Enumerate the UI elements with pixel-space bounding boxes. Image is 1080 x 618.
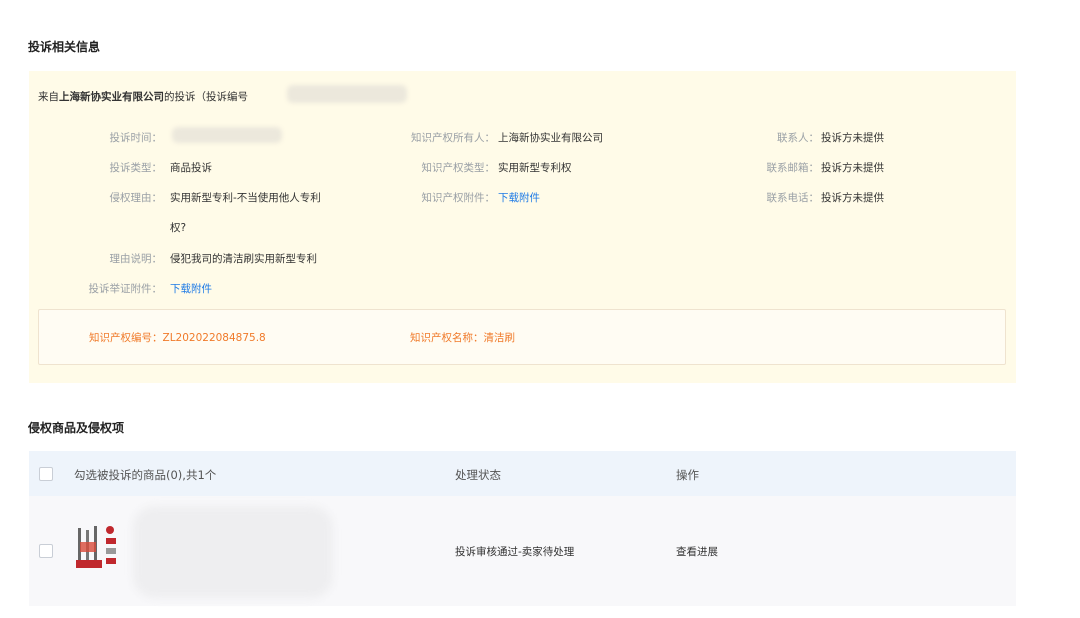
complainant-company: 上海新协实业有限公司 — [59, 91, 164, 103]
view-progress-link[interactable]: 查看进展 — [676, 544, 718, 559]
contact-person-label: 联系人： — [777, 130, 819, 145]
evidence-attachment-label: 投诉举证附件： — [89, 281, 163, 296]
contact-email-label: 联系邮箱： — [767, 160, 820, 175]
product-thumbnail[interactable] — [72, 520, 128, 576]
header-action: 操作 — [676, 467, 699, 483]
reason-description-value: 侵犯我司的清洁刷实用新型专利 — [170, 251, 317, 266]
complaint-time-redacted — [172, 127, 282, 143]
ip-owner-label: 知识产权所有人： — [411, 130, 495, 145]
evidence-attachment-download-link[interactable]: 下载附件 — [170, 281, 212, 296]
ip-number-value: ZL202022084875.8 — [163, 332, 266, 344]
contact-person-value: 投诉方未提供 — [821, 130, 884, 145]
ip-detail-box: 知识产权编号：ZL202022084875.8 知识产权名称：清洁刷 — [38, 309, 1006, 365]
contact-phone-value: 投诉方未提供 — [821, 190, 884, 205]
reason-description-label: 理由说明： — [110, 251, 163, 266]
infringement-reason-label: 侵权理由： — [110, 190, 163, 205]
complaint-info-title: 投诉相关信息 — [28, 38, 100, 55]
ip-type-value: 实用新型专利权 — [498, 160, 572, 175]
ip-name-value: 清洁刷 — [484, 332, 516, 344]
complaint-type-label: 投诉类型： — [110, 160, 163, 175]
ip-name: 知识产权名称：清洁刷 — [410, 330, 515, 345]
from-suffix: 的投诉（投诉编号 — [164, 91, 248, 103]
complaint-type-value: 商品投诉 — [170, 160, 212, 175]
ip-attachment-download-link[interactable]: 下载附件 — [498, 190, 540, 205]
infringing-goods-title: 侵权商品及侵权项 — [28, 419, 124, 436]
ip-type-label: 知识产权类型： — [422, 160, 496, 175]
complaint-number-redacted — [287, 85, 407, 103]
ip-name-label: 知识产权名称： — [410, 332, 484, 344]
select-all-checkbox[interactable] — [39, 467, 53, 481]
infringement-reason-value-cont: 权? — [170, 220, 186, 235]
complaint-source-line: 来自上海新协实业有限公司的投诉（投诉编号 — [38, 89, 248, 104]
ip-owner-value: 上海新协实业有限公司 — [498, 130, 603, 145]
header-status: 处理状态 — [455, 467, 501, 483]
contact-phone-label: 联系电话： — [767, 190, 820, 205]
goods-table-header: 勾选被投诉的商品(0),共1个 处理状态 操作 — [29, 451, 1016, 496]
contact-email-value: 投诉方未提供 — [821, 160, 884, 175]
reason-cont-text: 权? — [170, 222, 186, 234]
ip-attachment-label: 知识产权附件： — [422, 190, 496, 205]
infringement-reason-value: 实用新型专利-不当使用他人专利 — [170, 190, 321, 205]
from-prefix: 来自 — [38, 91, 59, 103]
row-checkbox[interactable] — [39, 544, 53, 558]
table-row: 投诉审核通过-卖家待处理 查看进展 — [29, 496, 1016, 606]
ip-number: 知识产权编号：ZL202022084875.8 — [89, 330, 266, 345]
product-info-redacted — [133, 506, 333, 598]
complaint-time-label: 投诉时间： — [110, 130, 163, 145]
ip-number-label: 知识产权编号： — [89, 332, 163, 344]
row-status: 投诉审核通过-卖家待处理 — [455, 544, 574, 559]
complaint-info-panel: 来自上海新协实业有限公司的投诉（投诉编号 投诉时间： 投诉类型： 商品投诉 侵权… — [29, 71, 1016, 383]
header-select-goods: 勾选被投诉的商品(0),共1个 — [74, 467, 216, 483]
